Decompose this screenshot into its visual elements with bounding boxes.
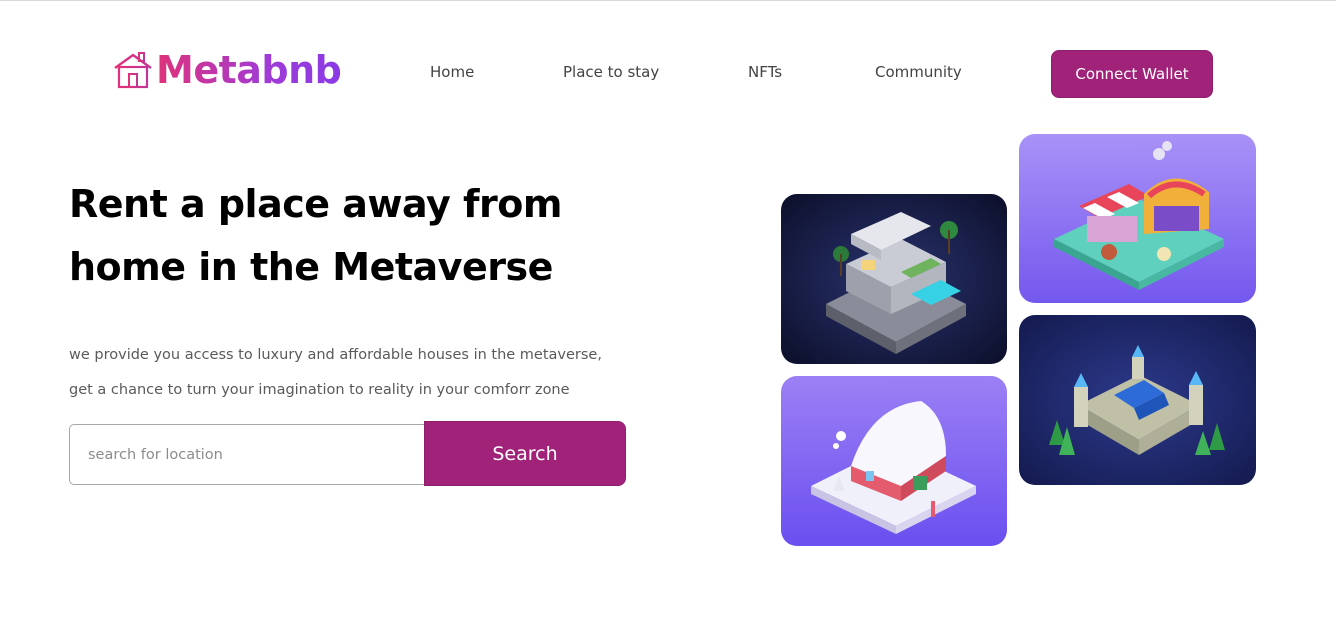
hero-title-line-1: Rent a place away from	[69, 182, 562, 226]
hero-subtitle-line-2: get a chance to turn your imagination to…	[69, 382, 570, 398]
market-stall-image	[1019, 134, 1256, 303]
modern-villa-image	[781, 194, 1007, 364]
castle-image	[1019, 315, 1256, 485]
house-icon	[112, 50, 154, 90]
hero-title: Rent a place away from home in the Metav…	[69, 173, 709, 299]
nav-place-to-stay[interactable]: Place to stay	[563, 63, 659, 81]
location-search-input[interactable]	[69, 424, 425, 485]
search-button[interactable]: Search	[424, 421, 626, 486]
connect-wallet-button[interactable]: Connect Wallet	[1051, 50, 1213, 98]
brand-name: Metabnb	[156, 48, 342, 92]
brand-logo[interactable]: Metabnb	[112, 48, 342, 92]
snow-cottage-image	[781, 376, 1007, 546]
nav-home[interactable]: Home	[430, 63, 474, 81]
hero-subtitle-line-1: we provide you access to luxury and affo…	[69, 347, 602, 363]
hero-title-line-2: home in the Metaverse	[69, 245, 553, 289]
hero-subtitle: we provide you access to luxury and affo…	[69, 338, 689, 408]
nav-nfts[interactable]: NFTs	[748, 63, 782, 81]
nav-community[interactable]: Community	[875, 63, 962, 81]
